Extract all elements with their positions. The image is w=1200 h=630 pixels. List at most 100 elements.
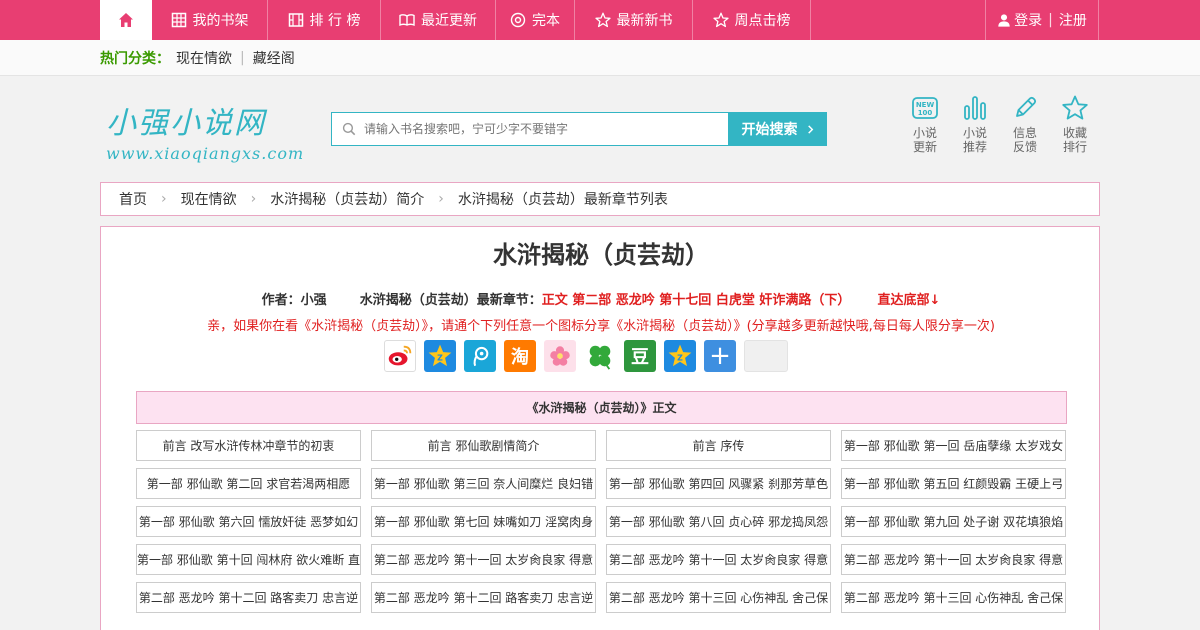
login-separator: | bbox=[1048, 12, 1053, 28]
chapter-link[interactable]: 第二部 恶龙吟 第十二回 路客卖刀 忠言逆 bbox=[371, 582, 596, 613]
chapter-link[interactable]: 第二部 恶龙吟 第十一回 太岁肏良家 得意 bbox=[371, 544, 596, 575]
quick-link-label: 信息 bbox=[1012, 126, 1037, 140]
quick-link-label: 排行 bbox=[1062, 140, 1087, 154]
site-logo[interactable]: 小强小说网 www.xiaoqiangxs.com bbox=[106, 98, 316, 163]
nav-label: 周点击榜 bbox=[734, 13, 791, 29]
tencent-weibo-icon[interactable] bbox=[464, 340, 496, 372]
home-icon bbox=[118, 13, 133, 27]
chapter-link[interactable]: 第二部 恶龙吟 第十三回 心伤神乱 舍己保 bbox=[841, 582, 1066, 613]
nav-new-books[interactable]: 最新新书 bbox=[575, 0, 693, 40]
hot-category-label: 热门分类： bbox=[100, 51, 170, 67]
flower-icon[interactable] bbox=[544, 340, 576, 372]
logo-chinese: 小强小说网 bbox=[106, 106, 266, 141]
search-icon bbox=[342, 122, 356, 136]
author: 作者：小强 bbox=[261, 293, 327, 308]
search-button[interactable]: 开始搜索 bbox=[729, 112, 827, 146]
search-field bbox=[331, 112, 729, 146]
nav-ranking[interactable]: 排 行 榜 bbox=[268, 0, 381, 40]
quick-link-favorites[interactable]: 收藏 排行 bbox=[1050, 94, 1100, 154]
nav-home[interactable] bbox=[100, 0, 152, 40]
breadcrumb-chevron-icon: › bbox=[161, 191, 167, 207]
book-panel: 水浒揭秘（贞芸劫） 作者：小强 水浒揭秘（贞芸劫）最新章节：正文 第二部 恶龙吟… bbox=[100, 226, 1100, 630]
circle-dot-icon bbox=[510, 12, 526, 28]
nav-recent-updates[interactable]: 最近更新 bbox=[381, 0, 496, 40]
book-meta: 作者：小强 水浒揭秘（贞芸劫）最新章节：正文 第二部 恶龙吟 第十七回 白虎堂 … bbox=[101, 289, 1101, 308]
pencil-icon bbox=[1016, 96, 1037, 117]
nav-completed[interactable]: 完本 bbox=[496, 0, 575, 40]
star-icon bbox=[594, 12, 611, 28]
quick-link-label: 收藏 bbox=[1062, 126, 1087, 140]
empty-share-slot bbox=[744, 340, 788, 372]
chapter-link[interactable]: 第一部 邪仙歌 第二回 求官若渴两相愿 bbox=[136, 468, 361, 499]
chapter-link[interactable]: 第二部 恶龙吟 第十三回 心伤神乱 舍己保 bbox=[606, 582, 831, 613]
jump-to-bottom-link[interactable]: 直达底部↓ bbox=[877, 293, 940, 308]
user-icon bbox=[998, 14, 1010, 27]
more-share-icon[interactable]: + bbox=[704, 340, 736, 372]
nav-bookshelf[interactable]: 我的书架 bbox=[152, 0, 268, 40]
chapter-link[interactable]: 前言 改写水浒传林冲章节的初衷 bbox=[136, 430, 361, 461]
latest-chapter-link[interactable]: 正文 第二部 恶龙吟 第十七回 白虎堂 奸诈满路（下） bbox=[542, 293, 851, 308]
chapter-link[interactable]: 第一部 邪仙歌 第六回 懦放奸徒 恶梦如幻 bbox=[136, 506, 361, 537]
svg-text:NEW: NEW bbox=[916, 101, 935, 109]
chapter-link[interactable]: 前言 序传 bbox=[606, 430, 831, 461]
ranking-icon bbox=[288, 13, 303, 27]
section-title: 《水浒揭秘（贞芸劫）》正文 bbox=[136, 391, 1067, 424]
chapter-link[interactable]: 第一部 邪仙歌 第三回 奈人间糜烂 良妇错 bbox=[371, 468, 596, 499]
breadcrumb-home[interactable]: 首页 bbox=[119, 189, 147, 209]
bar-chart-icon bbox=[964, 96, 986, 120]
qzone2-icon[interactable]: Z bbox=[664, 340, 696, 372]
chapter-link[interactable]: 第二部 恶龙吟 第十一回 太岁肏良家 得意 bbox=[606, 544, 831, 575]
breadcrumb-chevron-icon: › bbox=[250, 191, 257, 207]
login-link[interactable]: 登录 bbox=[1014, 10, 1042, 30]
qzone-icon[interactable]: Z bbox=[424, 340, 456, 372]
chapter-link[interactable]: 前言 邪仙歌剧情简介 bbox=[371, 430, 596, 461]
nav-label: 最新新书 bbox=[616, 13, 673, 29]
douban-icon[interactable]: 豆 bbox=[624, 340, 656, 372]
chapter-link[interactable]: 第一部 邪仙歌 第十回 闯林府 欲火难断 直 bbox=[136, 544, 361, 575]
search-button-label: 开始搜索 bbox=[741, 122, 798, 138]
search-input[interactable] bbox=[364, 122, 714, 136]
nav-label: 我的书架 bbox=[192, 13, 249, 29]
breadcrumb-current: 水浒揭秘（贞芸劫）最新章节列表 bbox=[457, 192, 668, 208]
bookshelf-icon bbox=[171, 12, 186, 28]
chapter-link[interactable]: 第一部 邪仙歌 第四回 风骤紧 刹那芳草色 bbox=[606, 468, 831, 499]
share-icons: Z 淘 豆 Z + bbox=[384, 340, 788, 372]
divider: | bbox=[240, 50, 245, 66]
chapter-link[interactable]: 第二部 恶龙吟 第十二回 路客卖刀 忠言逆 bbox=[136, 582, 361, 613]
hot-category-link[interactable]: 现在情欲 bbox=[176, 48, 232, 68]
quick-link-feedback[interactable]: 信息 反馈 bbox=[1000, 94, 1050, 154]
nav-label: 完本 bbox=[532, 13, 560, 29]
svg-text:Z: Z bbox=[677, 353, 683, 362]
douban-glyph: 豆 bbox=[631, 347, 649, 368]
chevron-right-icon bbox=[807, 124, 813, 134]
quick-link-label: 推荐 bbox=[962, 140, 987, 154]
weibo-icon[interactable] bbox=[384, 340, 416, 372]
search-bar: 开始搜索 bbox=[331, 112, 827, 146]
new-100-icon: NEW100 bbox=[912, 97, 938, 119]
register-link[interactable]: 注册 bbox=[1059, 10, 1087, 30]
chapter-link[interactable]: 第一部 邪仙歌 第八回 贞心碎 邪龙捣凤怨 bbox=[606, 506, 831, 537]
login-register: 登录 | 注册 bbox=[985, 0, 1099, 40]
quick-link-novel-updates[interactable]: NEW 100 小说 更新 bbox=[900, 94, 950, 154]
latest-chapter-label: 水浒揭秘（贞芸劫）最新章节： bbox=[359, 293, 542, 308]
taobao-icon[interactable]: 淘 bbox=[504, 340, 536, 372]
logo-url: www.xiaoqiangxs.com bbox=[106, 144, 305, 163]
book-title: 水浒揭秘（贞芸劫） bbox=[493, 241, 709, 269]
svg-text:100: 100 bbox=[918, 109, 933, 117]
clover-icon[interactable] bbox=[584, 340, 616, 372]
quick-link-label: 小说 bbox=[962, 126, 987, 140]
chapter-link[interactable]: 第一部 邪仙歌 第九回 处子谢 双花填狼焰 bbox=[841, 506, 1066, 537]
hot-category-link[interactable]: 藏经阁 bbox=[253, 48, 295, 68]
quick-link-label: 反馈 bbox=[1012, 140, 1037, 154]
chapter-link[interactable]: 第一部 邪仙歌 第一回 岳庙孽缘 太岁戏女 bbox=[841, 430, 1066, 461]
chapter-link[interactable]: 第一部 邪仙歌 第五回 红颜毁霸 王硬上弓 bbox=[841, 468, 1066, 499]
breadcrumb-category[interactable]: 现在情欲 bbox=[181, 189, 237, 209]
share-tip: 亲，如果你在看《水浒揭秘（贞芸劫）》，请通个下列任意一个图标分享《水浒揭秘（贞芸… bbox=[207, 319, 995, 334]
quick-link-recommend[interactable]: 小说 推荐 bbox=[950, 94, 1000, 154]
nav-weekly-clicks[interactable]: 周点击榜 bbox=[693, 0, 811, 40]
breadcrumb-book-intro[interactable]: 水浒揭秘（贞芸劫）简介 bbox=[270, 189, 424, 209]
chapter-link[interactable]: 第二部 恶龙吟 第十一回 太岁肏良家 得意 bbox=[841, 544, 1066, 575]
svg-text:Z: Z bbox=[437, 353, 443, 362]
chapter-link[interactable]: 第一部 邪仙歌 第七回 妹嘴如刀 淫窝肉身 bbox=[371, 506, 596, 537]
hot-category-bar: 热门分类： 现在情欲 | 藏经阁 bbox=[0, 40, 1200, 76]
